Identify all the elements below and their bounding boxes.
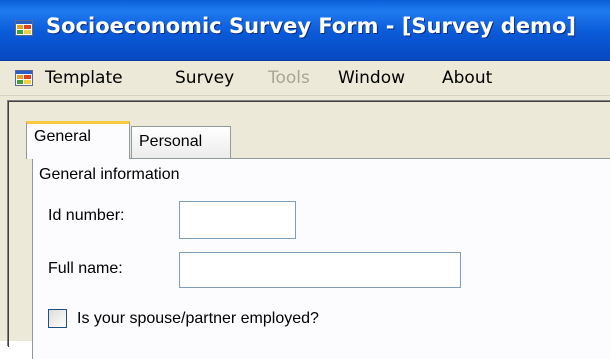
window-title: Socioeconomic Survey Form - [Survey demo…	[46, 14, 576, 38]
menu-tools: Tools	[268, 68, 310, 88]
id-number-label: Id number:	[48, 207, 125, 224]
menu-survey[interactable]: Survey	[175, 68, 234, 88]
menu-about[interactable]: About	[442, 68, 492, 88]
full-name-label: Full name:	[48, 260, 123, 277]
menu-bar: Template Survey Tools Window About	[0, 61, 610, 96]
tab-personal[interactable]: Personal	[131, 126, 231, 158]
full-name-input[interactable]	[179, 252, 461, 288]
tab-general[interactable]: General	[26, 121, 130, 159]
spouse-employed-label[interactable]: Is your spouse/partner employed?	[77, 310, 319, 328]
form-window-icon[interactable]	[15, 20, 33, 36]
spouse-employed-checkbox[interactable]	[48, 309, 67, 328]
form-window-icon[interactable]	[15, 70, 33, 86]
menu-template[interactable]: Template	[45, 68, 123, 88]
group-label-general-information: General information	[39, 166, 180, 183]
menu-window[interactable]: Window	[338, 68, 405, 88]
id-number-input[interactable]	[179, 201, 296, 239]
title-bar[interactable]: Socioeconomic Survey Form - [Survey demo…	[0, 0, 610, 61]
